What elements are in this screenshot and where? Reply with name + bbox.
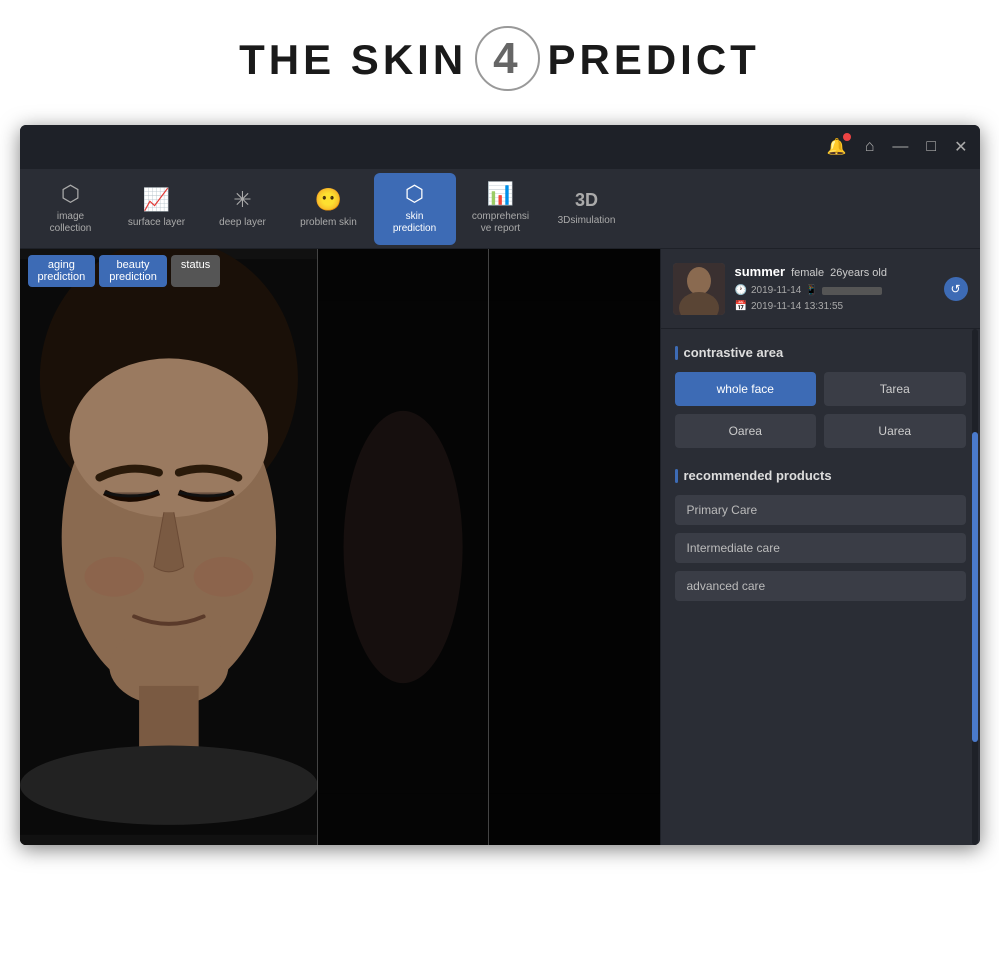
subtab-aging[interactable]: agingprediction: [28, 255, 96, 287]
nav-label-deep-layer: deep layer: [219, 217, 266, 229]
area-oarea[interactable]: Oarea: [675, 414, 817, 448]
nav-label-skin-prediction: skinprediction: [393, 211, 436, 235]
phone-icon: 📱: [805, 283, 817, 299]
avatar-image: [673, 263, 725, 315]
main-content: agingprediction beautyprediction status: [20, 249, 980, 845]
subtab-status[interactable]: status: [171, 255, 220, 287]
nav-item-3dsimulation[interactable]: 3D 3Dsimulation: [546, 173, 628, 245]
problem-icon: 😶: [315, 189, 342, 211]
user-info: summer female 26years old 🕐 2019-11-14 📱…: [661, 249, 980, 329]
deep-icon: ✳: [233, 189, 251, 211]
area-grid: whole face Tarea Oarea Uarea: [675, 372, 966, 448]
product-primary-care[interactable]: Primary Care: [675, 495, 966, 525]
area-whole-face[interactable]: whole face: [675, 372, 817, 406]
nav-item-problem-skin[interactable]: 😶 problem skin: [288, 173, 370, 245]
user-date2: 2019-11-14 13:31:55: [751, 299, 843, 315]
title-wrapper: THE SKIN 4 PREDICT: [239, 30, 760, 95]
app-window: 🔔 ⌂ — □ ✕ ⬡ imagecollection 📈 surface la…: [20, 125, 980, 845]
image-area: agingprediction beautyprediction status: [20, 249, 660, 845]
products-section: recommended products Primary Care Interm…: [675, 468, 966, 601]
refresh-button[interactable]: ↺: [944, 277, 968, 301]
nav-item-skin-prediction[interactable]: ⬡ skinprediction: [374, 173, 456, 245]
nav-bar: ⬡ imagecollection 📈 surface layer ✳ deep…: [20, 169, 980, 249]
user-avatar: [673, 263, 725, 315]
header-section: THE SKIN 4 PREDICT: [0, 0, 999, 125]
nav-item-deep-layer[interactable]: ✳ deep layer: [202, 173, 284, 245]
bell-icon[interactable]: 🔔: [827, 137, 847, 157]
user-phone: [822, 287, 882, 295]
product-intermediate-care[interactable]: Intermediate care: [675, 533, 966, 563]
subtab-beauty[interactable]: beautyprediction: [99, 255, 167, 287]
nav-item-surface-layer[interactable]: 📈 surface layer: [116, 173, 198, 245]
user-age: 26years old: [830, 265, 887, 283]
camera-icon: ⬡: [61, 183, 80, 205]
nav-label-3dsimulation: 3Dsimulation: [558, 215, 616, 227]
number-overlay: 4: [475, 26, 540, 91]
nav-label-comprehensive-report: comprehensive report: [472, 211, 529, 235]
face-panel-3: [489, 249, 659, 845]
prediction-icon: ⬡: [405, 183, 424, 205]
nav-item-image-collection[interactable]: ⬡ imagecollection: [30, 173, 112, 245]
user-date1: 2019-11-14: [751, 283, 801, 299]
right-panel: summer female 26years old 🕐 2019-11-14 📱…: [660, 249, 980, 845]
face-svg-2: [318, 249, 488, 845]
nav-label-problem-skin: problem skin: [300, 217, 357, 229]
close-button[interactable]: ✕: [954, 137, 967, 157]
right-content: contrastive area whole face Tarea Oarea …: [661, 329, 980, 845]
maximize-button[interactable]: □: [926, 138, 936, 156]
user-details: summer female 26years old 🕐 2019-11-14 📱…: [735, 262, 934, 315]
nav-item-comprehensive-report[interactable]: 📊 comprehensive report: [460, 173, 542, 245]
bell-badge: [843, 133, 851, 141]
nav-label-image-collection: imagecollection: [50, 211, 92, 235]
main-title: THE SKIN 4 PREDICT: [239, 36, 760, 83]
recommended-products-title: recommended products: [675, 468, 966, 483]
title-part2: PREDICT: [532, 36, 760, 83]
surface-icon: 📈: [143, 189, 170, 211]
user-name: summer: [735, 262, 786, 283]
face-svg-1: [20, 249, 318, 845]
scrollbar-thumb: [972, 432, 978, 742]
report-icon: 📊: [487, 183, 514, 205]
area-uarea[interactable]: Uarea: [824, 414, 966, 448]
title-bar: 🔔 ⌂ — □ ✕: [20, 125, 980, 169]
scrollbar[interactable]: [972, 329, 978, 845]
clock-icon: 🕐: [735, 283, 747, 299]
title-bar-controls: 🔔 ⌂ — □ ✕: [827, 137, 968, 157]
face-svg-3: [489, 249, 659, 845]
face-panel-1: [20, 249, 319, 845]
face-panel-2: [318, 249, 489, 845]
user-meta-row-1: 🕐 2019-11-14 📱: [735, 283, 934, 299]
home-icon[interactable]: ⌂: [865, 138, 875, 156]
user-gender: female: [791, 265, 824, 283]
calendar-icon: 📅: [735, 299, 747, 315]
contrastive-area-title: contrastive area: [675, 345, 966, 360]
minimize-button[interactable]: —: [892, 138, 908, 156]
product-advanced-care[interactable]: advanced care: [675, 571, 966, 601]
face-image-container: [20, 249, 660, 845]
3d-icon: 3D: [575, 191, 598, 209]
title-part1: THE SKIN: [239, 36, 483, 83]
user-meta-row-2: 📅 2019-11-14 13:31:55: [735, 299, 934, 315]
sub-tabs: agingprediction beautyprediction status: [20, 249, 229, 293]
nav-label-surface-layer: surface layer: [128, 217, 185, 229]
area-tarea[interactable]: Tarea: [824, 372, 966, 406]
